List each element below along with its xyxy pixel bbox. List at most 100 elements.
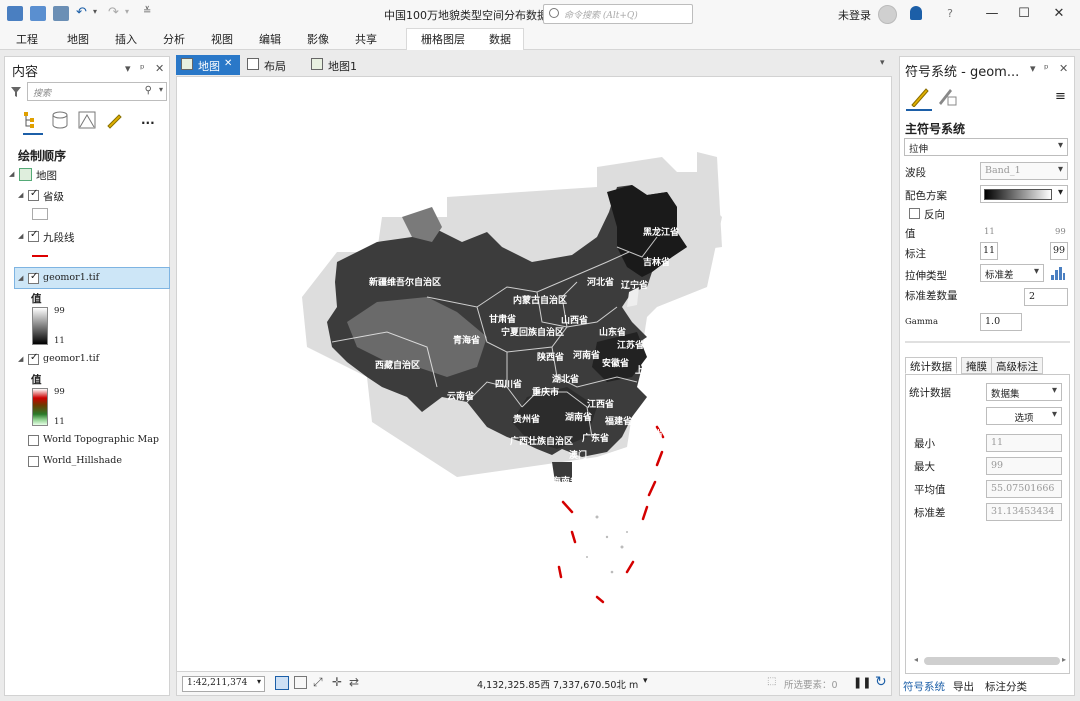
label-max-input[interactable]: 99: [1050, 242, 1068, 260]
help-button[interactable]: ?: [940, 4, 960, 24]
horizontal-scrollbar[interactable]: [924, 657, 1060, 665]
scroll-left-icon[interactable]: ◂: [914, 655, 918, 664]
map-canvas[interactable]: 新疆维吾尔自治区 西藏自治区 青海省 甘肃省 宁夏回族自治区 内蒙古自治区 黑龙…: [177, 77, 892, 672]
layer-row-nine-dash-line[interactable]: ◢ 九段线: [17, 229, 167, 245]
list-by-source-icon[interactable]: [51, 111, 69, 129]
layer-visibility-checkbox[interactable]: [28, 271, 39, 284]
close-pane-icon[interactable]: ✕: [1059, 62, 1068, 75]
pin-icon[interactable]: ᵖ: [140, 62, 145, 75]
tab-data[interactable]: 数据: [489, 31, 511, 47]
close-tab-icon[interactable]: ✕: [224, 58, 232, 69]
redo-dropdown-icon[interactable]: ▾: [125, 7, 129, 16]
menu-icon[interactable]: ≡: [1055, 89, 1066, 104]
avatar[interactable]: [878, 5, 897, 24]
pane-options-icon[interactable]: ▾: [125, 62, 131, 75]
layer-visibility-checkbox[interactable]: [28, 229, 39, 242]
layer-visibility-checkbox[interactable]: [28, 188, 39, 201]
tab-export[interactable]: 导出: [953, 679, 974, 694]
filter-icon[interactable]: [11, 87, 21, 97]
undo-dropdown-icon[interactable]: ▾: [93, 7, 97, 16]
crosshair-icon[interactable]: ✛: [332, 675, 342, 689]
save-icon[interactable]: [53, 6, 69, 21]
primary-symbology-icon[interactable]: [908, 85, 930, 107]
search-options-icon[interactable]: ▾: [159, 85, 163, 94]
refresh-icon[interactable]: ↻: [875, 674, 887, 690]
layer-row-geomor1[interactable]: ◢ geomor1.tif: [17, 352, 167, 368]
collapse-icon[interactable]: ◢: [18, 355, 23, 363]
elevation-ramp-swatch[interactable]: [32, 388, 48, 426]
grid-icon[interactable]: [294, 676, 307, 689]
splitter[interactable]: [905, 341, 1070, 343]
tab-raster-layer[interactable]: 栅格图层: [421, 31, 465, 47]
tab-symbology[interactable]: 符号系统: [903, 679, 945, 694]
invert-checkbox[interactable]: [909, 208, 920, 219]
renderer-select[interactable]: 拉伸: [904, 138, 1068, 156]
histogram-icon[interactable]: [1050, 265, 1066, 281]
gamma-input[interactable]: 1.0: [980, 313, 1022, 331]
redo-icon[interactable]: ↷: [108, 5, 119, 20]
label-min-input[interactable]: 11: [980, 242, 998, 260]
list-by-editing-icon[interactable]: [105, 111, 123, 129]
options-button[interactable]: 选项: [986, 407, 1062, 425]
notification-icon[interactable]: [910, 6, 922, 20]
contents-search-input[interactable]: 搜索 ⚲ ▾: [27, 82, 167, 101]
tab-advanced-labeling[interactable]: 高级标注: [991, 357, 1043, 374]
pin-icon[interactable]: ᵖ: [1044, 62, 1049, 75]
close-pane-icon[interactable]: ✕: [155, 62, 164, 75]
statistics-select[interactable]: 数据集: [986, 383, 1062, 401]
layer-row-world-topographic[interactable]: World Topographic Map: [17, 433, 167, 449]
chevron-down-icon[interactable]: ▾: [257, 677, 261, 686]
tab-statistics[interactable]: 统计数据: [905, 357, 957, 374]
map-view[interactable]: 新疆维吾尔自治区 西藏自治区 青海省 甘肃省 宁夏回族自治区 内蒙古自治区 黑龙…: [176, 76, 892, 672]
vary-symbology-icon[interactable]: [936, 85, 958, 107]
sign-in-status[interactable]: 未登录: [838, 7, 871, 23]
more-options-button[interactable]: ...: [141, 113, 155, 127]
tab-project[interactable]: 工程: [16, 31, 38, 47]
collapse-icon[interactable]: ◢: [18, 274, 23, 282]
chevron-down-icon[interactable]: ▾: [1058, 187, 1063, 198]
layer-visibility-checkbox[interactable]: [28, 352, 39, 365]
layer-row-geomor1-selected[interactable]: ◢ geomor1.tif: [17, 271, 167, 287]
grayscale-ramp-swatch[interactable]: [32, 307, 48, 345]
collapse-icon[interactable]: ◢: [18, 191, 23, 199]
tab-map-view[interactable]: 地图 ✕: [176, 55, 240, 75]
nine-dash-symbol-swatch[interactable]: [32, 255, 48, 257]
coordinate-readout[interactable]: 4,132,325.85西 7,337,670.50北 m: [477, 677, 638, 691]
minimize-button[interactable]: —: [982, 4, 1002, 24]
layer-row-province[interactable]: ◢ 省级: [17, 188, 167, 204]
layer-row-world-hillshade[interactable]: World_Hillshade: [17, 454, 167, 470]
close-button[interactable]: ✕: [1049, 4, 1069, 24]
command-search-input[interactable]: 命令搜索 (Alt+Q): [543, 4, 693, 24]
tab-share[interactable]: 共享: [355, 31, 377, 47]
open-project-icon[interactable]: [30, 6, 46, 21]
layer-visibility-checkbox[interactable]: [28, 435, 39, 446]
scale-selector[interactable]: 1:42,211,374 ▾: [182, 676, 265, 692]
coordinate-options-icon[interactable]: ▾: [643, 676, 648, 686]
tab-edit[interactable]: 编辑: [259, 31, 281, 47]
full-extent-icon[interactable]: ⤢: [313, 675, 323, 690]
tab-insert[interactable]: 插入: [115, 31, 137, 47]
province-symbol-swatch[interactable]: [32, 208, 48, 220]
tab-imagery[interactable]: 影像: [307, 31, 329, 47]
pane-options-icon[interactable]: ▾: [1030, 62, 1036, 75]
customize-toolbar-icon[interactable]: ≚: [143, 6, 151, 17]
tab-mask[interactable]: 掩膜: [961, 357, 992, 374]
band-select[interactable]: Band_1: [980, 162, 1068, 180]
tab-map[interactable]: 地图: [67, 31, 89, 47]
tab-layout[interactable]: 布局: [242, 55, 304, 75]
new-project-icon[interactable]: [7, 6, 23, 21]
tab-view[interactable]: 视图: [211, 31, 233, 47]
tab-label-classes[interactable]: 标注分类: [985, 679, 1027, 694]
tab-map1[interactable]: 地图1: [306, 55, 372, 75]
undo-icon[interactable]: ↶: [76, 5, 87, 20]
collapse-icon[interactable]: ◢: [9, 170, 14, 178]
tab-analysis[interactable]: 分析: [163, 31, 185, 47]
fixed-zoom-icon[interactable]: [275, 676, 289, 690]
list-by-selection-icon[interactable]: [78, 111, 96, 129]
maximize-button[interactable]: ☐: [1014, 4, 1034, 24]
collapse-icon[interactable]: ◢: [18, 232, 23, 240]
layer-row-map[interactable]: ◢ 地图: [7, 167, 167, 183]
scroll-right-icon[interactable]: ▸: [1062, 655, 1066, 664]
list-by-drawing-order-icon[interactable]: [23, 111, 41, 129]
tabs-overflow-icon[interactable]: ▾: [880, 58, 885, 68]
